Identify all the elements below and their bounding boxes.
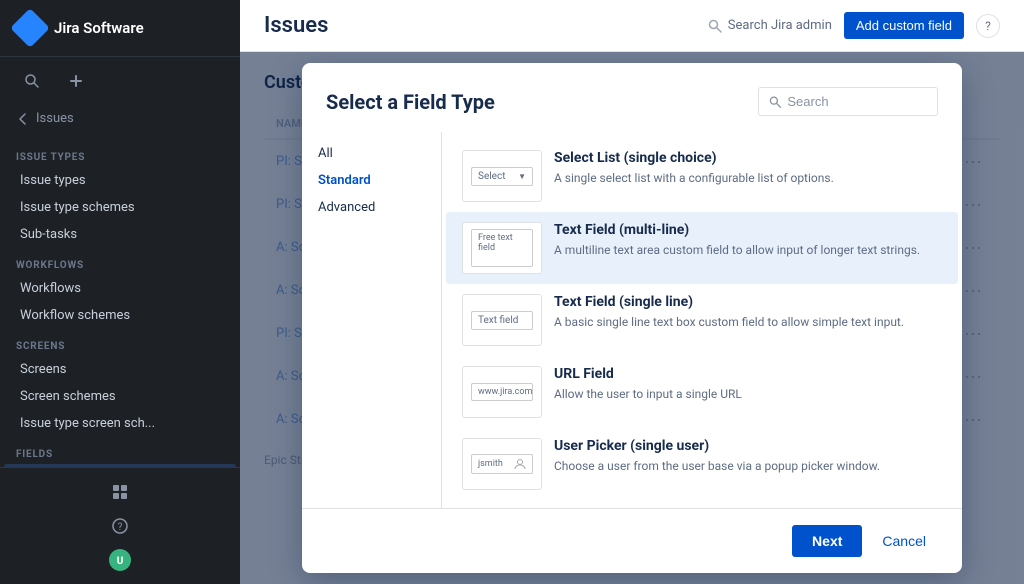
field-name-text-singleline: Text Field (single line) (554, 294, 942, 310)
modal-search-container[interactable] (758, 87, 938, 116)
sidebar-item-workflows[interactable]: Workflows (4, 275, 236, 302)
sidebar-item-screen-schemes[interactable]: Screen schemes (4, 383, 236, 410)
field-item-select-list[interactable]: Select ▼ Select List (single choice) A s… (446, 140, 958, 212)
field-type-list: Select ▼ Select List (single choice) A s… (442, 132, 962, 508)
sidebar-item-screens[interactable]: Screens (4, 356, 236, 383)
modal-footer: Next Cancel (302, 508, 962, 573)
search-input[interactable] (787, 94, 927, 109)
sidebar-item-issue-type-screen-sch[interactable]: Issue type screen sch... (4, 410, 236, 437)
field-name-select-list: Select List (single choice) (554, 150, 942, 166)
search-nav-icon[interactable] (16, 65, 48, 97)
sidebar-item-sub-tasks[interactable]: Sub-tasks (4, 221, 236, 248)
field-desc-select-list: A single select list with a configurable… (554, 170, 942, 187)
grid-icon[interactable] (104, 476, 136, 508)
field-preview-select-list: Select ▼ (462, 150, 542, 202)
filter-standard[interactable]: Standard (302, 167, 441, 194)
svg-text:U: U (117, 556, 124, 567)
field-name-user-picker: User Picker (single user) (554, 438, 942, 454)
field-item-url[interactable]: www.jira.com URL Field Allow the user to… (446, 356, 958, 428)
user-avatar[interactable]: U (104, 544, 136, 576)
help-button[interactable]: ? (976, 14, 1000, 38)
search-jira-button[interactable]: Search Jira admin (708, 18, 832, 33)
back-label: Issues (36, 111, 74, 126)
back-button[interactable]: Issues (0, 105, 240, 132)
field-desc-text-multiline: A multiline text area custom field to al… (554, 242, 942, 259)
cancel-button[interactable]: Cancel (870, 525, 938, 557)
field-name-url: URL Field (554, 366, 942, 382)
sidebar-item-issue-types[interactable]: Issue types (4, 167, 236, 194)
modal-body: All Standard Advanced Select (302, 132, 962, 508)
sidebar-item-issue-type-schemes[interactable]: Issue type schemes (4, 194, 236, 221)
field-item-text-singleline[interactable]: Text field Text Field (single line) A ba… (446, 284, 958, 356)
add-nav-icon[interactable] (60, 65, 92, 97)
field-preview-text-singleline: Text field (462, 294, 542, 346)
sidebar-bottom: ? U (0, 467, 240, 584)
field-item-text-multiline[interactable]: Free textfield Text Field (multi-line) A… (446, 212, 958, 284)
field-item-user-picker[interactable]: jsmith User Picker (single user) Choose … (446, 428, 958, 500)
sidebar: Jira Software Issues Issue Types Issue t… (0, 0, 240, 584)
sidebar-item-workflow-schemes[interactable]: Workflow schemes (4, 302, 236, 329)
field-desc-url: Allow the user to input a single URL (554, 386, 942, 403)
main-header: Issues Search Jira admin Add custom fiel… (240, 0, 1024, 52)
field-preview-user-picker: jsmith (462, 438, 542, 490)
sidebar-nav: Issue Types Issue types Issue type schem… (0, 132, 240, 467)
field-info-text-multiline: Text Field (multi-line) A multiline text… (554, 222, 942, 259)
modal-title: Select a Field Type (326, 90, 495, 114)
field-preview-url: www.jira.com (462, 366, 542, 418)
field-info-text-singleline: Text Field (single line) A basic single … (554, 294, 942, 331)
section-label-workflows: Workflows (0, 248, 240, 275)
main-content: Issues Search Jira admin Add custom fiel… (240, 0, 1024, 584)
field-preview-text-multiline: Free textfield (462, 222, 542, 274)
filter-all[interactable]: All (302, 140, 441, 167)
next-button[interactable]: Next (792, 525, 862, 557)
select-field-type-modal: Select a Field Type All Standard Advance… (302, 63, 962, 573)
field-name-text-multiline: Text Field (multi-line) (554, 222, 942, 238)
app-name: Jira Software (54, 19, 144, 37)
header-actions: Search Jira admin Add custom field ? (708, 12, 1000, 39)
field-desc-user-picker: Choose a user from the user base via a p… (554, 458, 942, 475)
modal-filter-sidebar: All Standard Advanced (302, 132, 442, 508)
page-title: Issues (264, 13, 328, 38)
search-jira-label: Search Jira admin (728, 18, 832, 33)
modal-header: Select a Field Type (302, 63, 962, 132)
field-desc-text-singleline: A basic single line text box custom fiel… (554, 314, 942, 331)
section-label-fields: Fields (0, 437, 240, 464)
modal-overlay: Select a Field Type All Standard Advance… (240, 52, 1024, 584)
app-logo: Jira Software (0, 0, 240, 57)
svg-text:?: ? (118, 522, 123, 533)
filter-advanced[interactable]: Advanced (302, 194, 441, 221)
field-info-url: URL Field Allow the user to input a sing… (554, 366, 942, 403)
section-label-issue-types: Issue Types (0, 140, 240, 167)
help-icon[interactable]: ? (104, 510, 136, 542)
logo-diamond (10, 8, 50, 48)
add-custom-field-button[interactable]: Add custom field (844, 12, 964, 39)
section-label-screens: Screens (0, 329, 240, 356)
field-info-user-picker: User Picker (single user) Choose a user … (554, 438, 942, 475)
field-info-select-list: Select List (single choice) A single sel… (554, 150, 942, 187)
main-body: Custom fields Name Screens PI: Scrum Bug… (240, 52, 1024, 584)
